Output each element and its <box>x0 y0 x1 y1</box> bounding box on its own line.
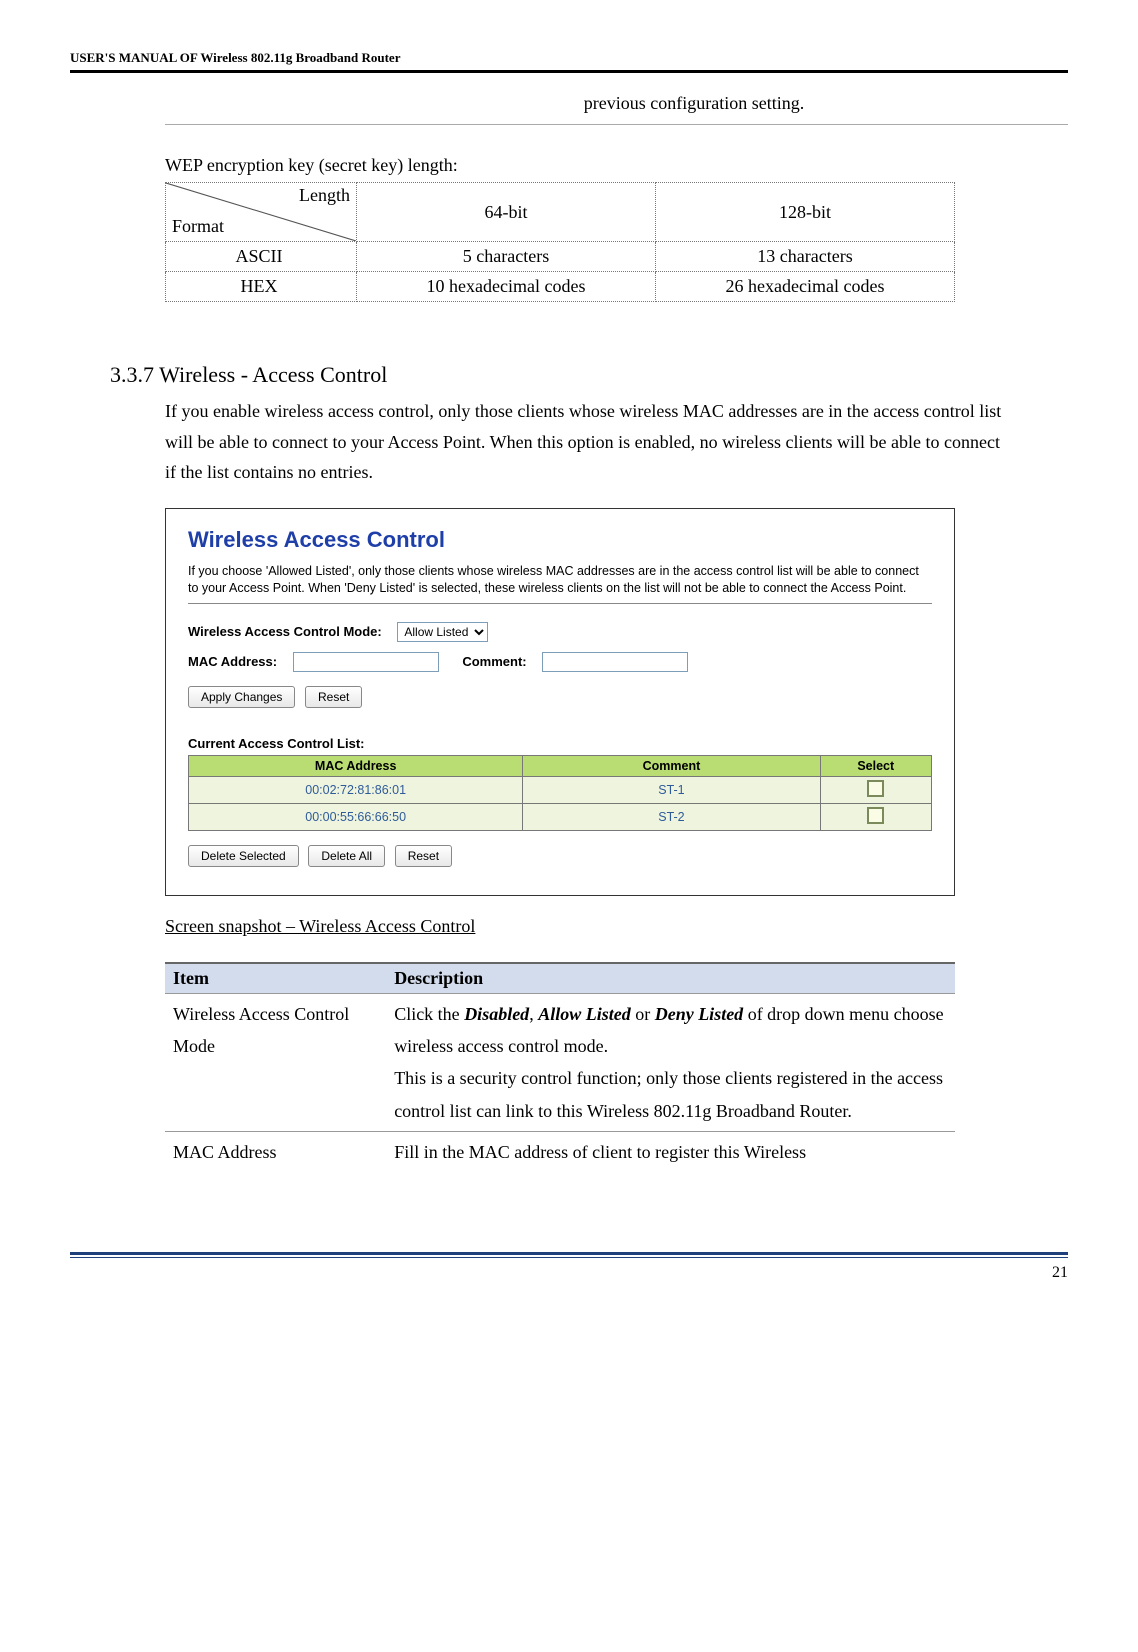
wep-hex-label: HEX <box>166 272 357 302</box>
wep-caption: WEP encryption key (secret key) length: <box>165 155 1068 176</box>
header-rule <box>70 70 1068 73</box>
comment-label: Comment: <box>462 654 526 669</box>
delete-selected-button[interactable]: Delete Selected <box>188 845 299 867</box>
wep-format-length-cell: Length Format <box>166 183 357 242</box>
item-wireless-access: Wireless Access Control Mode <box>165 993 386 1132</box>
wep-hex-128: 26 hexadecimal codes <box>656 272 955 302</box>
acl-header: Current Access Control List: <box>188 736 932 751</box>
desc-mac-address: Fill in the MAC address of client to reg… <box>386 1132 955 1173</box>
page-number: 21 <box>70 1264 1068 1282</box>
section-body: If you enable wireless access control, o… <box>165 396 1008 488</box>
acl-checkbox-1[interactable] <box>867 807 884 824</box>
table-row: 00:00:55:66:66:50 ST-2 <box>189 803 932 830</box>
reset-button[interactable]: Reset <box>305 686 362 708</box>
item-header: Item <box>165 963 386 994</box>
previous-config-text: previous configuration setting. <box>320 93 1068 114</box>
mac-address-label: MAC Address: <box>188 654 277 669</box>
comment-input[interactable] <box>542 652 688 672</box>
desc-wireless-access: Click the Disabled, Allow Listed or Deny… <box>386 993 955 1132</box>
wireless-access-control-panel: Wireless Access Control If you choose 'A… <box>165 508 955 896</box>
wep-ascii-64: 5 characters <box>357 242 656 272</box>
page-header: USER'S MANUAL OF Wireless 802.11g Broadb… <box>70 50 1068 66</box>
wep-format-header: Format <box>172 216 224 237</box>
item-description-table: Item Description Wireless Access Control… <box>165 962 955 1173</box>
config-underline <box>165 124 1068 125</box>
acl-comment-1: ST-2 <box>523 803 820 830</box>
wac-mode-label: Wireless Access Control Mode: <box>188 624 382 639</box>
mac-address-input[interactable] <box>293 652 439 672</box>
table-row: 00:02:72:81:86:01 ST-1 <box>189 776 932 803</box>
wac-mode-select[interactable]: Allow Listed <box>397 622 488 642</box>
apply-changes-button[interactable]: Apply Changes <box>188 686 295 708</box>
wac-divider <box>188 603 932 604</box>
acl-table: MAC Address Comment Select 00:02:72:81:8… <box>188 755 932 831</box>
wep-col-64: 64-bit <box>357 183 656 242</box>
description-header: Description <box>386 963 955 994</box>
reset-button-2[interactable]: Reset <box>395 845 452 867</box>
acl-mac-0: 00:02:72:81:86:01 <box>189 776 523 803</box>
wep-table: Length Format 64-bit 128-bit ASCII 5 cha… <box>165 182 955 302</box>
delete-all-button[interactable]: Delete All <box>308 845 385 867</box>
wac-title: Wireless Access Control <box>188 527 932 553</box>
wep-col-128: 128-bit <box>656 183 955 242</box>
acl-checkbox-0[interactable] <box>867 780 884 797</box>
section-heading: 3.3.7 Wireless - Access Control <box>110 362 1068 388</box>
wep-length-header: Length <box>299 185 350 206</box>
acl-comment-0: ST-1 <box>523 776 820 803</box>
acl-col-mac: MAC Address <box>189 755 523 776</box>
acl-col-comment: Comment <box>523 755 820 776</box>
wep-hex-64: 10 hexadecimal codes <box>357 272 656 302</box>
wep-ascii-128: 13 characters <box>656 242 955 272</box>
footer-rule-thick <box>70 1252 1068 1255</box>
footer-rule-thin <box>70 1257 1068 1258</box>
acl-col-select: Select <box>820 755 931 776</box>
acl-mac-1: 00:00:55:66:66:50 <box>189 803 523 830</box>
wac-desc: If you choose 'Allowed Listed', only tho… <box>188 563 932 597</box>
snapshot-caption: Screen snapshot – Wireless Access Contro… <box>165 916 1068 937</box>
wep-ascii-label: ASCII <box>166 242 357 272</box>
item-mac-address: MAC Address <box>165 1132 386 1173</box>
page-footer: 21 <box>70 1252 1068 1282</box>
